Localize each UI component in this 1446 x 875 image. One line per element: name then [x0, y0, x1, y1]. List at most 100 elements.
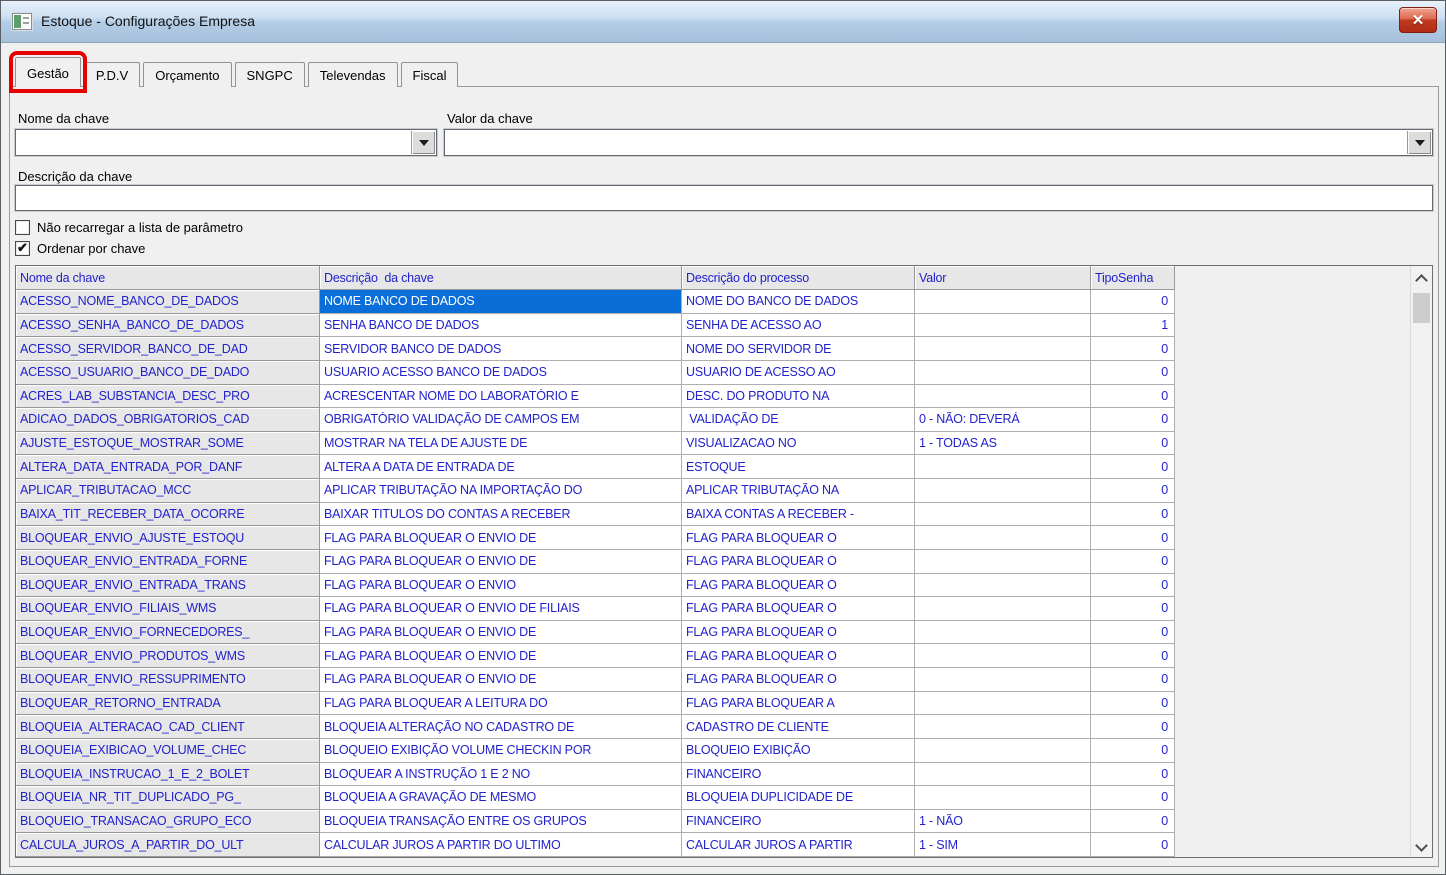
cell-tiposenha[interactable]: 0 [1091, 455, 1175, 479]
cell-nome-da-chave[interactable]: BLOQUEIO_TRANSACAO_GRUPO_ECO [16, 809, 320, 834]
cell-nome-da-chave[interactable]: AJUSTE_ESTOQUE_MOSTRAR_SOME [16, 431, 320, 456]
cell-nome-da-chave[interactable]: BLOQUEAR_ENVIO_FORNECEDORES_ [16, 620, 320, 645]
table-row[interactable]: CALCULA_JUROS_A_PARTIR_DO_ULT CALCULAR J… [16, 833, 1410, 857]
tab-pdv[interactable]: P.D.V [83, 62, 141, 87]
cell-tiposenha[interactable]: 0 [1091, 644, 1175, 668]
cell-tiposenha[interactable]: 0 [1091, 290, 1175, 314]
cell-valor[interactable] [915, 786, 1091, 810]
table-row[interactable]: BLOQUEAR_ENVIO_ENTRADA_FORNE FLAG PARA B… [16, 549, 1410, 574]
table-row[interactable]: BLOQUEIA_NR_TIT_DUPLICADO_PG_ BLOQUEIA A… [16, 786, 1410, 810]
cell-tiposenha[interactable]: 0 [1091, 809, 1175, 834]
checkbox-icon[interactable]: ✔ [15, 241, 30, 256]
cell-valor[interactable] [915, 644, 1091, 668]
table-row[interactable]: ACESSO_SERVIDOR_BANCO_DE_DAD SERVIDOR BA… [16, 337, 1410, 361]
checkbox-row[interactable]: ✔ Ordenar por chave [15, 241, 145, 256]
table-row[interactable]: ACRES_LAB_SUBSTANCIA_DESC_PRO ACRESCENTA… [16, 384, 1410, 409]
cell-descricao-do-processo[interactable]: DESC. DO PRODUTO NA [682, 384, 915, 409]
cell-nome-da-chave[interactable]: BLOQUEAR_ENVIO_AJUSTE_ESTOQU [16, 526, 320, 550]
cell-nome-da-chave[interactable]: BLOQUEIA_EXIBICAO_VOLUME_CHEC [16, 738, 320, 763]
table-row[interactable]: ACESSO_USUARIO_BANCO_DE_DADO USUARIO ACE… [16, 360, 1410, 385]
valor-da-chave-dropdown-button[interactable] [1407, 131, 1431, 154]
cell-descricao-do-processo[interactable]: FLAG PARA BLOQUEAR O [682, 526, 915, 550]
cell-descricao-da-chave[interactable]: BLOQUEIA ALTERAÇÃO NO CADASTRO DE [320, 715, 682, 739]
table-row[interactable]: BLOQUEIA_INSTRUCAO_1_E_2_BOLET BLOQUEAR … [16, 762, 1410, 787]
scroll-up-icon[interactable] [1415, 274, 1428, 287]
cell-tiposenha[interactable]: 0 [1091, 620, 1175, 645]
table-row[interactable]: ADICAO_DADOS_OBRIGATORIOS_CAD OBRIGATÓRI… [16, 408, 1410, 432]
cell-nome-da-chave[interactable]: BLOQUEIA_NR_TIT_DUPLICADO_PG_ [16, 786, 320, 810]
table-row[interactable]: BLOQUEAR_ENVIO_FORNECEDORES_ FLAG PARA B… [16, 620, 1410, 645]
table-row[interactable]: BLOQUEAR_ENVIO_ENTRADA_TRANS FLAG PARA B… [16, 573, 1410, 598]
checkbox-row[interactable]: ✔ Não recarregar a lista de parâmetro [15, 220, 243, 235]
cell-descricao-da-chave[interactable]: ACRESCENTAR NOME DO LABORATÓRIO E [320, 384, 682, 409]
cell-tiposenha[interactable]: 0 [1091, 597, 1175, 621]
cell-nome-da-chave[interactable]: ACESSO_SERVIDOR_BANCO_DE_DAD [16, 337, 320, 361]
column-header-valor[interactable]: Valor [915, 266, 1091, 290]
cell-tiposenha[interactable]: 0 [1091, 549, 1175, 574]
cell-descricao-do-processo[interactable]: ESTOQUE [682, 455, 915, 479]
cell-descricao-da-chave[interactable]: CALCULAR JUROS A PARTIR DO ULTIMO [320, 833, 682, 857]
cell-descricao-da-chave[interactable]: FLAG PARA BLOQUEAR O ENVIO DE [320, 549, 682, 574]
cell-descricao-do-processo[interactable]: FLAG PARA BLOQUEAR O [682, 620, 915, 645]
cell-descricao-do-processo[interactable]: NOME DO BANCO DE DADOS [682, 290, 915, 314]
cell-descricao-do-processo[interactable]: FLAG PARA BLOQUEAR O [682, 644, 915, 668]
cell-descricao-da-chave[interactable]: BLOQUEIO EXIBIÇÃO VOLUME CHECKIN POR [320, 738, 682, 763]
cell-valor[interactable] [915, 479, 1091, 503]
cell-valor[interactable] [915, 384, 1091, 409]
cell-descricao-do-processo[interactable]: FLAG PARA BLOQUEAR O [682, 573, 915, 598]
cell-descricao-do-processo[interactable]: USUARIO DE ACESSO AO [682, 360, 915, 385]
cell-tiposenha[interactable]: 0 [1091, 526, 1175, 550]
tab-televendas[interactable]: Televendas [307, 62, 398, 87]
cell-descricao-do-processo[interactable]: APLICAR TRIBUTAÇÃO NA [682, 479, 915, 503]
cell-nome-da-chave[interactable]: BLOQUEIA_INSTRUCAO_1_E_2_BOLET [16, 762, 320, 787]
cell-descricao-do-processo[interactable]: BLOQUEIA DUPLICIDADE DE [682, 786, 915, 810]
cell-tiposenha[interactable]: 0 [1091, 479, 1175, 503]
cell-nome-da-chave[interactable]: BLOQUEAR_ENVIO_PRODUTOS_WMS [16, 644, 320, 668]
cell-tiposenha[interactable]: 0 [1091, 408, 1175, 432]
cell-descricao-da-chave[interactable]: SENHA BANCO DE DADOS [320, 313, 682, 338]
cell-tiposenha[interactable]: 0 [1091, 762, 1175, 787]
table-row[interactable]: ACESSO_NOME_BANCO_DE_DADOS NOME BANCO DE… [16, 290, 1410, 314]
cell-descricao-do-processo[interactable]: SENHA DE ACESSO AO [682, 313, 915, 338]
cell-valor[interactable] [915, 290, 1091, 314]
table-row[interactable]: BLOQUEAR_ENVIO_AJUSTE_ESTOQU FLAG PARA B… [16, 526, 1410, 550]
cell-tiposenha[interactable]: 0 [1091, 668, 1175, 692]
cell-descricao-do-processo[interactable]: FLAG PARA BLOQUEAR A [682, 691, 915, 716]
cell-descricao-do-processo[interactable]: NOME DO SERVIDOR DE [682, 337, 915, 361]
cell-nome-da-chave[interactable]: CALCULA_JUROS_A_PARTIR_DO_ULT [16, 833, 320, 857]
table-row[interactable]: BAIXA_TIT_RECEBER_DATA_OCORRE BAIXAR TIT… [16, 502, 1410, 527]
checkbox-icon[interactable]: ✔ [15, 220, 30, 235]
descricao-da-chave-field[interactable] [15, 185, 1433, 211]
cell-tiposenha[interactable]: 0 [1091, 715, 1175, 739]
cell-tiposenha[interactable]: 0 [1091, 786, 1175, 810]
cell-valor[interactable]: 1 - SIM [915, 833, 1091, 857]
table-row[interactable]: BLOQUEIA_EXIBICAO_VOLUME_CHEC BLOQUEIO E… [16, 738, 1410, 763]
cell-tiposenha[interactable]: 0 [1091, 691, 1175, 716]
cell-nome-da-chave[interactable]: ACESSO_NOME_BANCO_DE_DADOS [16, 290, 320, 314]
cell-descricao-da-chave[interactable]: FLAG PARA BLOQUEAR O ENVIO DE [320, 644, 682, 668]
table-row[interactable]: AJUSTE_ESTOQUE_MOSTRAR_SOME MOSTRAR NA T… [16, 431, 1410, 456]
cell-descricao-da-chave[interactable]: FLAG PARA BLOQUEAR A LEITURA DO [320, 691, 682, 716]
cell-tiposenha[interactable]: 1 [1091, 313, 1175, 338]
table-row[interactable]: BLOQUEAR_ENVIO_PRODUTOS_WMS FLAG PARA BL… [16, 644, 1410, 668]
cell-valor[interactable] [915, 762, 1091, 787]
cell-nome-da-chave[interactable]: BAIXA_TIT_RECEBER_DATA_OCORRE [16, 502, 320, 527]
cell-nome-da-chave[interactable]: BLOQUEIA_ALTERACAO_CAD_CLIENT [16, 715, 320, 739]
valor-da-chave-combobox[interactable] [444, 129, 1433, 156]
cell-descricao-da-chave[interactable]: FLAG PARA BLOQUEAR O ENVIO DE [320, 526, 682, 550]
cell-descricao-da-chave[interactable]: OBRIGATÓRIO VALIDAÇÃO DE CAMPOS EM [320, 408, 682, 432]
cell-valor[interactable] [915, 668, 1091, 692]
cell-descricao-da-chave[interactable]: BLOQUEIA TRANSAÇÃO ENTRE OS GRUPOS [320, 809, 682, 834]
cell-valor[interactable] [915, 620, 1091, 645]
vertical-scrollbar[interactable] [1410, 266, 1432, 857]
cell-valor[interactable] [915, 573, 1091, 598]
cell-valor[interactable] [915, 738, 1091, 763]
cell-tiposenha[interactable]: 0 [1091, 384, 1175, 409]
tab-sngpc[interactable]: SNGPC [234, 62, 305, 87]
cell-nome-da-chave[interactable]: BLOQUEAR_ENVIO_RESSUPRIMENTO [16, 668, 320, 692]
cell-tiposenha[interactable]: 0 [1091, 360, 1175, 385]
cell-valor[interactable] [915, 360, 1091, 385]
cell-descricao-da-chave[interactable]: APLICAR TRIBUTAÇÃO NA IMPORTAÇÃO DO [320, 479, 682, 503]
cell-descricao-do-processo[interactable]: FLAG PARA BLOQUEAR O [682, 668, 915, 692]
cell-nome-da-chave[interactable]: ACRES_LAB_SUBSTANCIA_DESC_PRO [16, 384, 320, 409]
